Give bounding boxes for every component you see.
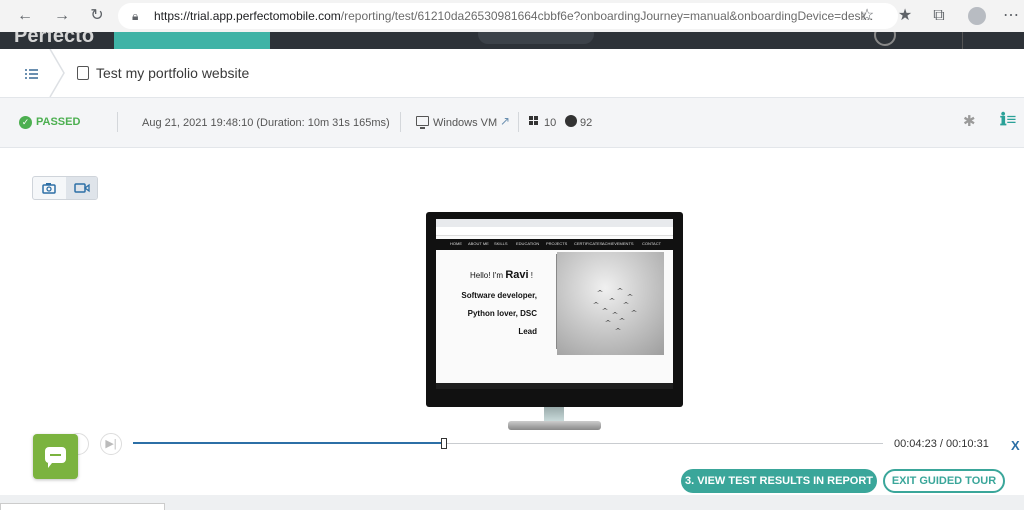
monitor-base bbox=[508, 421, 601, 430]
collections-icon[interactable]: ⧉ bbox=[930, 7, 948, 25]
favorite-add-icon[interactable]: ☆ bbox=[858, 7, 876, 25]
divider bbox=[400, 112, 401, 132]
status-badge: PASSED bbox=[36, 116, 81, 128]
site-nav-item: ACHIEVEMENTS bbox=[602, 241, 634, 246]
more-icon[interactable]: ⋯ bbox=[1002, 7, 1020, 25]
monitor-icon bbox=[416, 116, 429, 126]
chat-widget-button[interactable] bbox=[33, 434, 78, 479]
test-summary-bar: ✓ PASSED Aug 21, 2021 19:48:10 (Duration… bbox=[0, 98, 1024, 148]
browser-toolbar: ← → ↻ 🔒︎ https://trial.app.perfectomobil… bbox=[0, 0, 1024, 32]
recording-frame: HOME ABOUT ME SKILLS EDUCATION PROJECTS … bbox=[436, 219, 673, 389]
recorded-intro-line: Software developer, bbox=[461, 291, 537, 300]
video-camera-icon[interactable] bbox=[66, 177, 97, 199]
app-header: Perfecto bbox=[0, 32, 1024, 49]
recorded-tab-bar bbox=[436, 219, 673, 227]
header-search[interactable] bbox=[478, 32, 594, 44]
profile-avatar[interactable] bbox=[968, 7, 986, 25]
site-nav-item: CONTACT bbox=[642, 241, 662, 246]
reload-icon[interactable]: ↻ bbox=[88, 7, 106, 25]
windows-icon bbox=[529, 116, 539, 126]
url-text: https://trial.app.perfectomobile.com/rep… bbox=[154, 9, 874, 23]
page-title: Test my portfolio website bbox=[96, 65, 250, 81]
site-nav-item: CERTIFICATES bbox=[574, 241, 603, 246]
breadcrumb-separator bbox=[48, 48, 68, 98]
os-version: 10 bbox=[544, 117, 557, 129]
monitor-neck bbox=[544, 407, 564, 422]
bug-icon[interactable]: ✱ bbox=[963, 112, 976, 130]
exit-tour-button[interactable]: EXIT GUIDED TOUR bbox=[883, 469, 1005, 493]
forward-icon[interactable]: → bbox=[53, 7, 71, 25]
camera-icon[interactable] bbox=[33, 177, 65, 199]
app-logo: Perfecto bbox=[14, 32, 95, 47]
site-nav-item: HOME bbox=[450, 241, 462, 246]
divider bbox=[117, 112, 118, 132]
media-mode-toggle bbox=[32, 176, 98, 200]
back-icon[interactable]: ← bbox=[16, 7, 34, 25]
recorded-birds-photo bbox=[557, 252, 664, 355]
site-nav-item: EDUCATION bbox=[516, 241, 540, 246]
check-circle-icon: ✓ bbox=[19, 116, 32, 129]
playback-progress bbox=[133, 442, 444, 444]
favorites-icon[interactable]: ★ bbox=[896, 7, 914, 25]
recorded-site-nav: HOME ABOUT ME SKILLS EDUCATION PROJECTS … bbox=[436, 239, 673, 250]
external-link-icon[interactable]: ↗ bbox=[500, 114, 510, 128]
recorded-intro-line: Python lover, DSC bbox=[467, 309, 537, 318]
user-icon[interactable] bbox=[874, 32, 896, 46]
playback-scrubber[interactable] bbox=[441, 438, 447, 449]
details-list-icon[interactable]: ℹ≡ bbox=[1000, 110, 1016, 130]
address-bar[interactable]: 🔒︎ https://trial.app.perfectomobile.com/… bbox=[118, 3, 898, 29]
device-name: Windows VM bbox=[433, 117, 498, 129]
view-report-button[interactable]: 3. VIEW TEST RESULTS IN REPORT bbox=[681, 469, 877, 493]
active-nav-tab[interactable] bbox=[114, 32, 270, 49]
recorded-address-bar bbox=[436, 227, 673, 236]
bottom-tab[interactable] bbox=[0, 503, 165, 510]
document-icon bbox=[77, 66, 89, 80]
close-player-button[interactable]: X bbox=[1011, 438, 1020, 453]
site-nav-item: PROJECTS bbox=[546, 241, 568, 246]
chrome-icon bbox=[565, 115, 577, 127]
site-nav-item: SKILLS bbox=[494, 241, 508, 246]
recorded-greeting: Hello! I'm Ravi ! bbox=[470, 269, 534, 281]
header-divider bbox=[962, 32, 963, 49]
recorded-taskbar bbox=[436, 383, 673, 389]
title-bar: Test my portfolio website bbox=[0, 48, 1024, 98]
playback-timecode: 00:04:23 / 00:10:31 bbox=[894, 438, 989, 450]
chat-lines bbox=[50, 454, 61, 456]
list-menu-icon[interactable] bbox=[22, 65, 42, 81]
divider bbox=[518, 112, 519, 132]
recorded-social-icons bbox=[500, 376, 528, 389]
run-timestamp: Aug 21, 2021 19:48:10 (Duration: 10m 31s… bbox=[142, 117, 390, 129]
skip-next-icon[interactable]: ▶| bbox=[100, 433, 122, 455]
browser-version: 92 bbox=[580, 117, 593, 129]
site-nav-item: ABOUT ME bbox=[468, 241, 489, 246]
playback-timeline[interactable] bbox=[133, 438, 883, 449]
monitor-stand bbox=[420, 127, 425, 129]
recorded-intro-line: Lead bbox=[518, 327, 537, 336]
lock-icon: 🔒︎ bbox=[132, 9, 139, 23]
